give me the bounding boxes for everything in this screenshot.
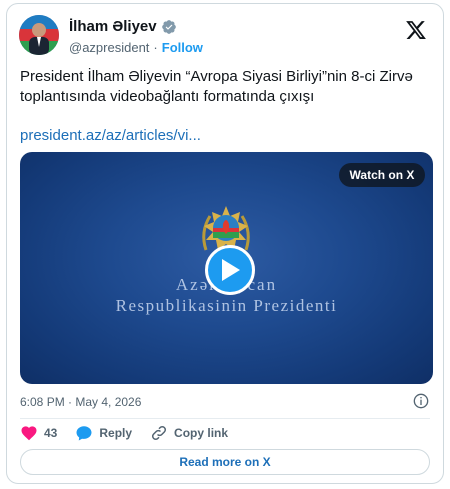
- copy-link-label: Copy link: [174, 426, 229, 440]
- handle-separator: ·: [153, 40, 158, 55]
- reply-label: Reply: [99, 426, 133, 440]
- tweet-text: President İlham Əliyevin “Avropa Siyasi …: [20, 68, 413, 105]
- play-icon: [222, 259, 240, 281]
- copy-link-action[interactable]: Copy link: [150, 424, 228, 442]
- x-logo-icon[interactable]: [405, 19, 427, 41]
- author-handle[interactable]: @azpresident: [69, 40, 149, 55]
- tweet-timestamp[interactable]: 6:08 PM · May 4, 2026: [20, 395, 141, 409]
- verified-badge-icon: [161, 20, 176, 34]
- avatar[interactable]: [19, 15, 59, 55]
- heart-icon: [21, 426, 37, 441]
- tweet-link[interactable]: president.az/az/articles/vi...: [20, 126, 201, 146]
- tweet-actions: 43 Reply Copy link: [20, 424, 246, 442]
- link-icon: [152, 425, 167, 441]
- play-button[interactable]: [205, 245, 255, 295]
- divider: [20, 418, 430, 419]
- watch-on-x-button[interactable]: Watch on X: [339, 163, 425, 187]
- reply-action[interactable]: Reply: [75, 424, 132, 442]
- like-count: 43: [44, 426, 58, 440]
- read-more-button[interactable]: Read more on X: [20, 449, 430, 475]
- tweet-header: İlham Əliyev @azpresident · Follow: [19, 15, 431, 59]
- info-icon[interactable]: [413, 393, 429, 409]
- video-brand-line2: Respublikasinin Prezidenti: [115, 296, 338, 315]
- follow-button[interactable]: Follow: [162, 40, 203, 55]
- author-block: İlham Əliyev @azpresident · Follow: [69, 18, 203, 55]
- like-action[interactable]: 43: [20, 424, 57, 442]
- video-media[interactable]: Watch on X Azərbaycan Respublikasinin Pr…: [20, 152, 433, 384]
- reply-bubble-icon: [76, 426, 92, 441]
- tweet-card: İlham Əliyev @azpresident · Follow Presi…: [6, 3, 444, 484]
- author-name[interactable]: İlham Əliyev: [69, 18, 157, 36]
